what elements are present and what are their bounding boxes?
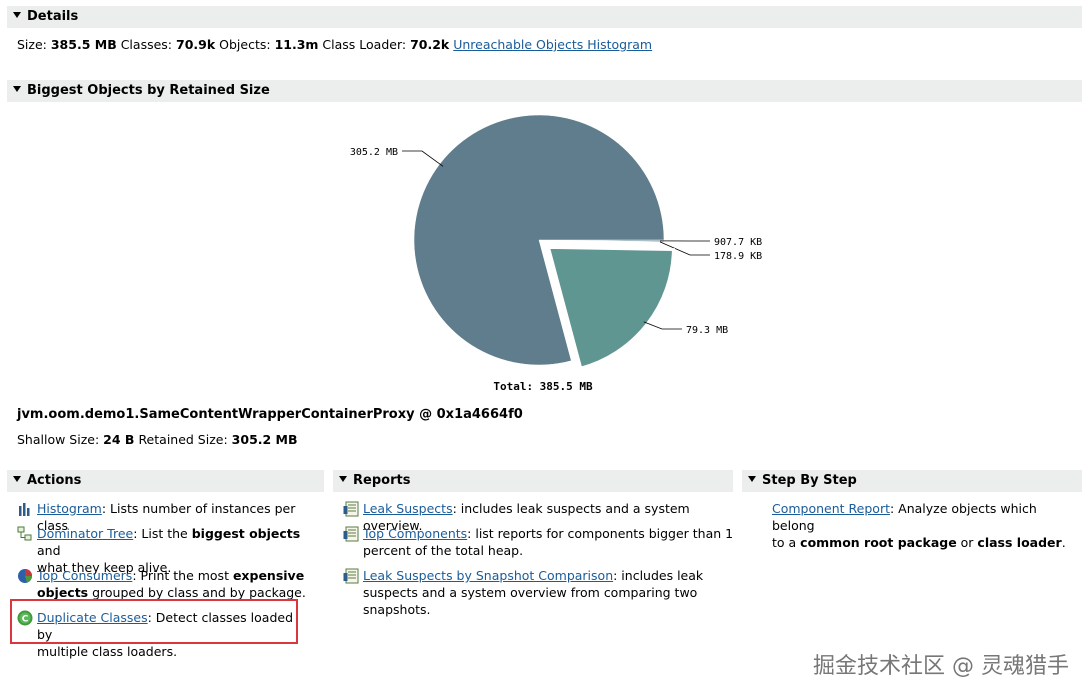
- top-components-desc-line2: percent of the total heap.: [363, 543, 524, 558]
- collapse-triangle-icon[interactable]: [339, 476, 347, 482]
- reports-section-header[interactable]: Reports: [333, 470, 733, 492]
- histogram-icon: [19, 503, 30, 516]
- retained-size-pie-chart: 907.7 KB 178.9 KB 79.3 MB 305.2 MB Total: 38…: [350, 114, 762, 393]
- watermark: 掘金技术社区 @ 灵魂猎手: [813, 654, 1069, 679]
- dominator-tree-bold: biggest objects: [191, 526, 301, 541]
- step-component-report: Component Report: Analyze objects which …: [772, 500, 1082, 551]
- report-icon: [343, 526, 359, 542]
- dominator-tree-icon: [17, 526, 32, 541]
- shallow-size-label: Shallow Size:: [17, 432, 100, 447]
- leak-suspects-comparison-desc-line3: snapshots.: [363, 602, 431, 617]
- component-report-desc-line2: to a: [772, 535, 801, 550]
- duplicate-classes-icon: C: [17, 610, 33, 626]
- top-components-link[interactable]: Top Components: [363, 526, 467, 541]
- duplicate-classes-desc-line2: multiple class loaders.: [37, 644, 178, 659]
- pie-leader-line: [402, 150, 444, 167]
- pie-total-label: Total: 385.5 MB: [493, 380, 593, 393]
- dominator-tree-link[interactable]: Dominator Tree: [37, 526, 133, 541]
- object-sizes: Shallow Size: 24 B Retained Size: 305.2 …: [17, 432, 298, 447]
- actions-header-label: Actions: [27, 473, 82, 488]
- class-loader-bold: class loader: [977, 535, 1062, 550]
- collapse-triangle-icon[interactable]: [748, 476, 756, 482]
- collapse-triangle-icon[interactable]: [13, 476, 21, 482]
- retained-size-value: 305.2 MB: [231, 432, 298, 447]
- pie-slice-label: 178.9 KB: [714, 251, 762, 262]
- common-root-package-bold: common root package: [800, 535, 957, 550]
- retained-size-label: Retained Size:: [138, 432, 228, 447]
- top-components-desc: : list reports for components bigger tha…: [467, 526, 734, 541]
- leak-suspects-comparison-desc: : includes leak: [613, 568, 704, 583]
- actions-section-header[interactable]: Actions: [7, 470, 324, 492]
- top-consumers-desc-line2: grouped by class and by package.: [88, 585, 306, 600]
- report-icon: [343, 568, 359, 584]
- object-name[interactable]: jvm.oom.demo1.SameContentWrapperContaine…: [17, 407, 523, 422]
- pie-slice-label: 79.3 MB: [686, 325, 728, 336]
- shallow-size-value: 24 B: [103, 432, 135, 447]
- reports-header-label: Reports: [353, 473, 411, 488]
- component-report-desc-mid: or: [956, 535, 978, 550]
- leak-suspects-link[interactable]: Leak Suspects: [363, 501, 453, 516]
- component-report-desc-end: .: [1061, 535, 1066, 550]
- top-consumers-bold: expensive: [232, 568, 305, 583]
- dominator-tree-desc-post: and: [37, 543, 61, 558]
- svg-text:C: C: [22, 615, 29, 625]
- leak-suspects-comparison-desc-line2: suspects and a system overview from comp…: [363, 585, 698, 600]
- duplicate-classes-link[interactable]: Duplicate Classes: [37, 610, 148, 625]
- dominator-tree-desc: : List the: [133, 526, 192, 541]
- leak-suspects-comparison-link[interactable]: Leak Suspects by Snapshot Comparison: [363, 568, 613, 583]
- step-by-step-section-header[interactable]: Step By Step: [742, 470, 1082, 492]
- top-consumers-desc: : Print the most: [132, 568, 233, 583]
- step-by-step-header-label: Step By Step: [762, 473, 857, 488]
- report-icon: [343, 501, 359, 517]
- histogram-link[interactable]: Histogram: [37, 501, 102, 516]
- top-consumers-link[interactable]: Top Consumers: [37, 568, 132, 583]
- component-report-link[interactable]: Component Report: [772, 501, 890, 516]
- top-consumers-bold-line2: objects: [37, 585, 89, 600]
- pie-slice-label: 305.2 MB: [350, 147, 398, 158]
- top-consumers-icon: [18, 569, 32, 583]
- pie-slice-label: 907.7 KB: [714, 237, 762, 248]
